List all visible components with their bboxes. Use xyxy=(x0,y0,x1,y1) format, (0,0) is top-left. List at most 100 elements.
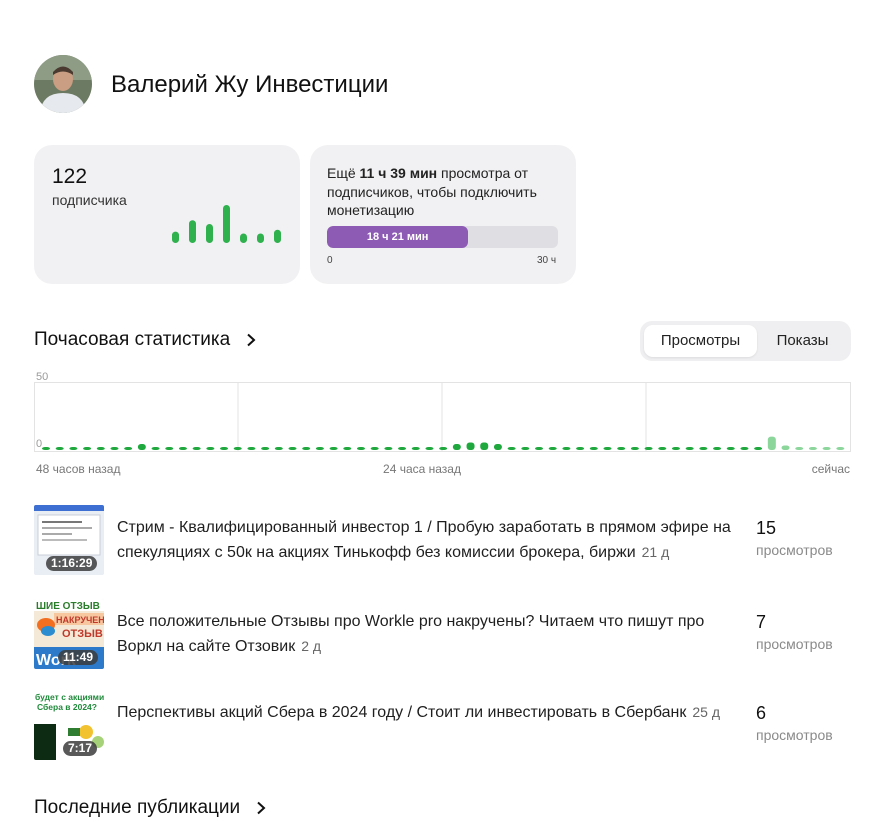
video-age: 21 д xyxy=(641,544,670,560)
hourly-bar xyxy=(808,447,817,450)
hourly-bar xyxy=(178,447,187,450)
video-age: 25 д xyxy=(692,704,721,720)
monetization-text: Ещё 11 ч 39 мин просмотра от подписчиков… xyxy=(327,164,559,220)
video-views-count: 15 xyxy=(756,518,777,538)
hourly-bar xyxy=(247,447,256,450)
hourly-bar xyxy=(493,444,502,450)
thumb-text-1: будет с акциями xyxy=(35,692,104,702)
subscriber-trend-bar xyxy=(223,205,230,243)
hourly-bar xyxy=(589,447,598,450)
hourly-bar xyxy=(55,447,64,450)
hourly-bar xyxy=(521,447,530,450)
hourly-bar xyxy=(124,447,133,450)
video-item[interactable]: ШИЕ ОТЗЫВ НАКРУЧЕНЫ ОТЗЫВ Work 11:49 Все… xyxy=(34,599,854,671)
y-tick-label: 50 xyxy=(36,371,48,383)
video-item[interactable]: 1:16:29 Стрим - Квалифицированный инвест… xyxy=(34,505,854,577)
hourly-bar xyxy=(302,447,311,450)
video-duration: 7:17 xyxy=(63,741,98,756)
hourly-views-chart: 50 0 48 часов назад 24 часа назад сейчас xyxy=(34,371,851,476)
hourly-stats-link[interactable]: Почасовая статистика xyxy=(34,329,258,351)
monetization-remaining: 11 ч 39 мин xyxy=(359,165,438,181)
hourly-bar xyxy=(576,447,585,450)
thumb-text-3: ОТЗЫВ xyxy=(62,628,103,640)
hourly-bar xyxy=(767,436,776,450)
video-thumbnail: 1:16:29 xyxy=(34,505,104,575)
monetization-min-label: 0 xyxy=(327,255,333,266)
hourly-bar xyxy=(42,447,50,450)
hourly-bar xyxy=(713,447,722,450)
y-tick-label: 0 xyxy=(36,438,42,450)
hourly-bar xyxy=(671,447,680,450)
hourly-bar xyxy=(83,447,92,450)
monetization-progress-fill: 18 ч 21 мин xyxy=(327,226,469,248)
channel-avatar[interactable] xyxy=(34,55,92,113)
hourly-bar xyxy=(781,445,790,450)
hourly-bar xyxy=(274,447,283,450)
hourly-bar xyxy=(699,447,708,450)
monetization-prefix: Ещё xyxy=(327,165,360,181)
video-title[interactable]: Все положительные Отзывы про Workle pro … xyxy=(117,609,747,659)
hourly-bar xyxy=(137,444,146,450)
hourly-bar xyxy=(726,447,735,450)
thumb-text-2: Сбера в 2024? xyxy=(37,702,97,712)
video-title[interactable]: Стрим - Квалифицированный инвестор 1 / П… xyxy=(117,515,747,565)
hourly-bar xyxy=(261,447,270,450)
subscribers-trend-chart xyxy=(172,205,281,243)
metric-toggle: Просмотры Показы xyxy=(640,321,851,361)
x-tick-label: 24 часа назад xyxy=(383,462,461,476)
hourly-bar xyxy=(384,447,393,450)
hourly-bar xyxy=(343,447,352,450)
hourly-bar xyxy=(603,447,612,450)
latest-publications-link[interactable]: Последние публикации xyxy=(34,797,268,819)
video-views-label: просмотров xyxy=(756,542,833,558)
subscribers-card[interactable]: 122 подписчика xyxy=(34,145,300,284)
monetization-progress-track: 18 ч 21 мин xyxy=(327,226,558,248)
chevron-right-icon xyxy=(257,801,266,815)
hourly-bar xyxy=(466,442,475,450)
video-duration: 11:49 xyxy=(58,650,99,665)
video-title-text: Стрим - Квалифицированный инвестор 1 / П… xyxy=(117,519,731,561)
hourly-bar xyxy=(356,447,365,450)
hourly-bar xyxy=(740,447,749,450)
video-views-label: просмотров xyxy=(756,636,833,652)
channel-title: Валерий Жу Инвестиции xyxy=(111,71,389,98)
hourly-bar xyxy=(795,447,804,450)
monetization-max-label: 30 ч xyxy=(537,255,557,266)
video-title[interactable]: Перспективы акций Сбера в 2024 году / Ст… xyxy=(117,700,747,725)
hourly-bar xyxy=(617,447,626,450)
hourly-bar xyxy=(220,447,229,450)
subscriber-trend-bar xyxy=(274,229,281,243)
thumb-text-2: НАКРУЧЕНЫ xyxy=(56,615,104,625)
subscriber-trend-bar xyxy=(189,220,196,243)
hourly-bar xyxy=(315,447,324,450)
toggle-shows[interactable]: Показы xyxy=(758,325,847,357)
toggle-views[interactable]: Просмотры xyxy=(644,325,757,357)
subscribers-label: подписчика xyxy=(52,192,127,208)
hourly-bar xyxy=(288,447,297,450)
video-title-text: Все положительные Отзывы про Workle pro … xyxy=(117,613,705,655)
video-age: 2 д xyxy=(301,638,322,654)
video-views-label: просмотров xyxy=(756,727,833,743)
video-title-text: Перспективы акций Сбера в 2024 году / Ст… xyxy=(117,704,687,721)
hourly-stats-title: Почасовая статистика xyxy=(34,329,231,350)
hourly-bar xyxy=(69,447,78,450)
hourly-bar xyxy=(644,447,653,450)
hourly-bar xyxy=(439,447,448,450)
hourly-bar xyxy=(411,447,420,450)
subscribers-count: 122 xyxy=(52,165,88,188)
hourly-bar xyxy=(192,447,201,450)
latest-publications-title: Последние публикации xyxy=(34,797,241,818)
video-thumbnail: ШИЕ ОТЗЫВ НАКРУЧЕНЫ ОТЗЫВ Work 11:49 xyxy=(34,599,104,669)
hourly-bar xyxy=(233,447,242,450)
hourly-bar xyxy=(658,447,667,450)
hourly-bar xyxy=(548,447,557,450)
hourly-bar xyxy=(630,447,639,450)
subscriber-trend-bar xyxy=(257,233,264,243)
hourly-bar xyxy=(398,447,407,450)
subscriber-trend-bar xyxy=(172,231,179,243)
video-item[interactable]: будет с акциями Сбера в 2024? 7:17 Персп… xyxy=(34,690,854,762)
video-duration: 1:16:29 xyxy=(46,556,98,571)
hourly-bar xyxy=(165,447,174,450)
monetization-card[interactable]: Ещё 11 ч 39 мин просмотра от подписчиков… xyxy=(310,145,576,284)
subscriber-trend-bar xyxy=(206,224,213,243)
